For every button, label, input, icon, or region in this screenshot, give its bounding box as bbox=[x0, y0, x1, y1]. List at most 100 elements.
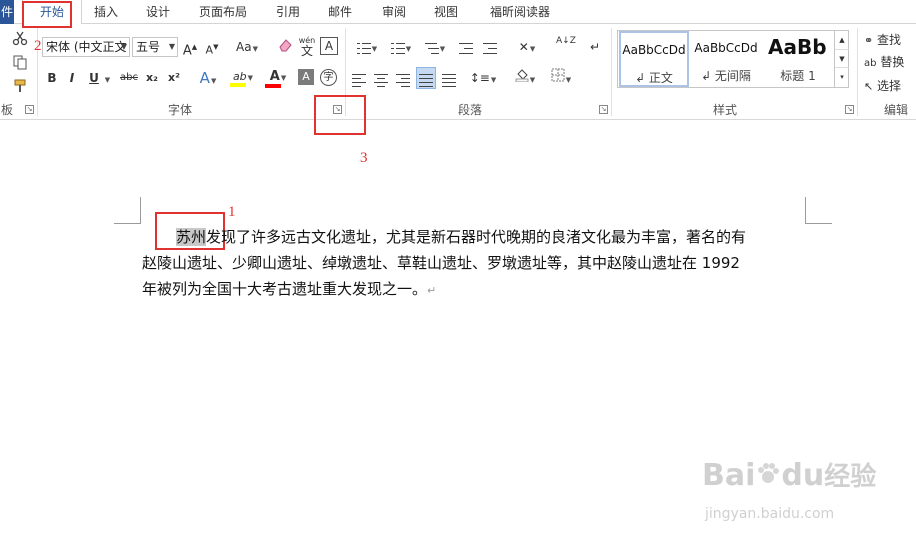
line-spacing-button[interactable]: ↕≡▼ bbox=[468, 68, 498, 88]
copy-icon[interactable] bbox=[10, 54, 30, 74]
styles-more-button[interactable]: ▾ bbox=[835, 67, 849, 86]
grow-font-button[interactable]: A▲ bbox=[182, 37, 198, 58]
enclose-characters-button[interactable]: 字 bbox=[320, 69, 337, 86]
font-color-button[interactable]: A▼ bbox=[264, 66, 292, 90]
paragraph-dialog-launcher[interactable]: ↘ bbox=[599, 105, 608, 114]
align-right-icon bbox=[396, 73, 410, 87]
paragraph-text: 年被列为全国十大考古遗址重大发现之一。 bbox=[142, 280, 428, 298]
style-name: ↲ 无间隔 bbox=[701, 69, 751, 83]
watermark-text: du bbox=[781, 458, 825, 493]
paragraph-line-1: 苏州发现了许多远古文化遗址，尤其是新石器时代晚期的良渚文化最为丰富，著名的有 bbox=[142, 224, 746, 250]
chinese-layout-button[interactable]: ✕▼ bbox=[512, 37, 542, 57]
show-hide-marks-button[interactable]: ↵ bbox=[586, 37, 604, 57]
strikethrough-button[interactable]: abc bbox=[118, 68, 140, 88]
decrease-indent-icon bbox=[459, 42, 473, 54]
tab-design[interactable]: 设计 bbox=[138, 0, 178, 24]
italic-button[interactable]: I bbox=[64, 68, 80, 88]
underline-button[interactable]: U bbox=[86, 68, 102, 88]
tab-mailings[interactable]: 邮件 bbox=[320, 0, 360, 24]
tab-review[interactable]: 审阅 bbox=[374, 0, 414, 24]
decrease-indent-button[interactable] bbox=[456, 37, 476, 57]
ribbon-home: 板 ↘ 宋体 (中文正文 ▼ 五号 ▼ A▲ A▼ Aa▼ wén 文 A B I … bbox=[0, 24, 916, 120]
paragraph-mark: ↵ bbox=[427, 284, 437, 297]
select-button[interactable]: ↖ 选择 bbox=[864, 76, 916, 96]
superscript-button[interactable]: x² bbox=[165, 68, 183, 88]
borders-button[interactable]: ▼ bbox=[546, 68, 576, 88]
tab-file[interactable]: 件 bbox=[0, 0, 14, 24]
highlight-icon: ab bbox=[232, 70, 247, 83]
shrink-font-button[interactable]: A▼ bbox=[204, 37, 220, 57]
group-separator bbox=[611, 28, 612, 116]
highlight-color-button[interactable]: ab▼ bbox=[228, 66, 258, 90]
align-left-button[interactable] bbox=[350, 68, 368, 88]
watermark-text: Bai bbox=[702, 458, 756, 493]
align-right-button[interactable] bbox=[394, 68, 412, 88]
cursor-arrow-icon: ↖ bbox=[864, 80, 874, 93]
cut-icon[interactable] bbox=[10, 30, 30, 50]
multilevel-list-button[interactable]: ▼ bbox=[420, 37, 450, 57]
tab-insert[interactable]: 插入 bbox=[86, 0, 126, 24]
sort-icon: A↓Z bbox=[556, 36, 576, 46]
bullets-icon bbox=[356, 42, 371, 54]
style-sample: AaBbCcDd bbox=[622, 43, 686, 57]
word-window: 件 开始 插入 设计 页面布局 引用 邮件 审阅 视图 福昕阅读器 板 ↘ 宋体… bbox=[0, 0, 916, 548]
style-normal[interactable]: AaBbCcDd ↲ 正文 bbox=[619, 31, 689, 87]
margin-corner-mark bbox=[140, 197, 141, 223]
multilevel-list-icon bbox=[424, 42, 439, 54]
distributed-icon bbox=[442, 73, 456, 87]
styles-dialog-launcher[interactable]: ↘ bbox=[845, 105, 854, 114]
justify-button[interactable] bbox=[416, 67, 436, 89]
numbering-button[interactable]: ▼ bbox=[386, 37, 416, 57]
style-name: 标题 1 bbox=[780, 69, 816, 83]
sort-button[interactable]: A↓Z bbox=[556, 36, 576, 57]
increase-indent-icon bbox=[483, 42, 497, 54]
ribbon-tab-bar: 件 开始 插入 设计 页面布局 引用 邮件 审阅 视图 福昕阅读器 bbox=[0, 0, 916, 25]
subscript-button[interactable]: x₂ bbox=[143, 68, 161, 88]
style-sample: AaBbCcDd bbox=[694, 41, 758, 55]
selected-text[interactable]: 苏州 bbox=[176, 228, 207, 246]
character-border-button[interactable]: A bbox=[320, 37, 338, 55]
document-page[interactable]: 苏州发现了许多远古文化遗址，尤其是新石器时代晚期的良渚文化最为丰富，著名的有 赵… bbox=[0, 121, 916, 548]
watermark-text: 经验 bbox=[824, 462, 877, 492]
select-label: 选择 bbox=[877, 79, 902, 93]
borders-icon bbox=[551, 68, 565, 82]
change-case-button[interactable]: Aa▼ bbox=[232, 37, 262, 57]
paragraph-line-2: 赵陵山遗址、少卿山遗址、绰墩遗址、草鞋山遗址、罗墩遗址等，其中赵陵山遗址在 19… bbox=[142, 250, 740, 276]
increase-indent-button[interactable] bbox=[480, 37, 500, 57]
replace-label: 替换 bbox=[880, 55, 905, 69]
phonetic-guide-button[interactable]: wén 文 bbox=[298, 35, 316, 59]
align-center-button[interactable] bbox=[372, 68, 390, 88]
tab-foxit-reader[interactable]: 福昕阅读器 bbox=[480, 0, 560, 24]
tab-references[interactable]: 引用 bbox=[268, 0, 308, 24]
editing-group-label: 编辑 bbox=[883, 103, 908, 117]
styles-gallery-scroll: ▲ ▼ ▾ bbox=[834, 31, 849, 87]
bold-button[interactable]: B bbox=[44, 68, 60, 88]
font-size-value: 五号 bbox=[136, 40, 161, 54]
clipboard-dialog-launcher[interactable]: ↘ bbox=[25, 105, 34, 114]
margin-corner-mark bbox=[805, 197, 806, 223]
replace-button[interactable]: ab 替换 bbox=[864, 52, 916, 72]
character-shading-button[interactable]: A bbox=[298, 69, 314, 85]
tab-page-layout[interactable]: 页面布局 bbox=[192, 0, 254, 24]
text-effects-button[interactable]: A▼ bbox=[196, 68, 220, 88]
find-button[interactable]: ⚭ 查找 bbox=[864, 30, 916, 50]
font-size-select[interactable]: 五号 ▼ bbox=[132, 37, 178, 57]
format-painter-icon[interactable] bbox=[10, 78, 30, 98]
styles-scroll-up-button[interactable]: ▲ bbox=[835, 31, 849, 49]
chevron-down-icon: ▼ bbox=[168, 42, 175, 51]
text-effects-icon: A bbox=[199, 69, 210, 87]
font-family-select[interactable]: 宋体 (中文正文 ▼ bbox=[42, 37, 130, 57]
styles-scroll-down-button[interactable]: ▼ bbox=[835, 49, 849, 67]
font-family-value: 宋体 (中文正文 bbox=[46, 40, 127, 54]
styles-gallery: AaBbCcDd ↲ 正文 AaBbCcDd ↲ 无间隔 AaBb 标题 1 ▲… bbox=[617, 30, 849, 88]
tab-view[interactable]: 视图 bbox=[426, 0, 466, 24]
clear-formatting-button[interactable] bbox=[276, 37, 294, 57]
style-no-spacing[interactable]: AaBbCcDd ↲ 无间隔 bbox=[690, 31, 762, 87]
underline-dropdown[interactable]: ▼ bbox=[102, 68, 112, 88]
distributed-button[interactable] bbox=[440, 68, 458, 88]
bullets-button[interactable]: ▼ bbox=[352, 37, 382, 57]
paw-icon bbox=[758, 463, 780, 483]
shading-button[interactable]: ▼ bbox=[510, 68, 540, 88]
style-heading-1[interactable]: AaBb 标题 1 bbox=[764, 31, 832, 87]
clipboard-group bbox=[10, 28, 32, 98]
